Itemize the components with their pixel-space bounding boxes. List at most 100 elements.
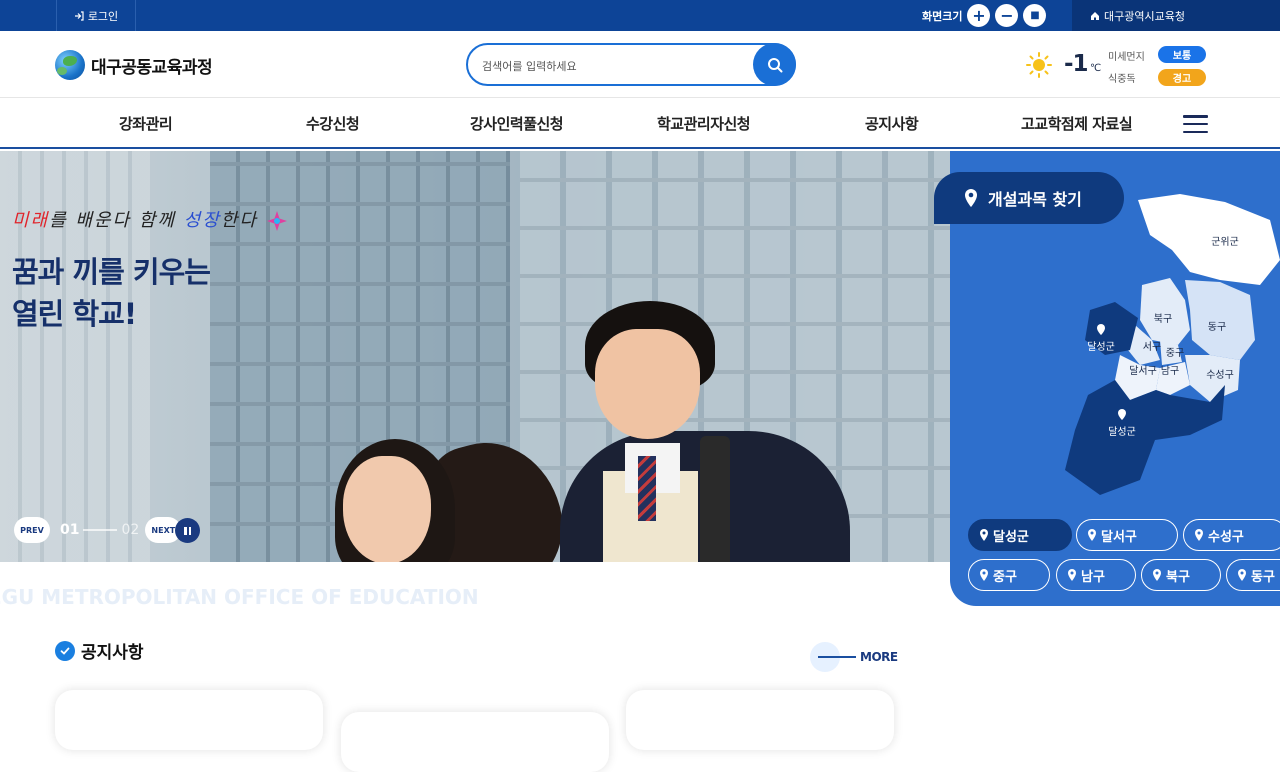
region-button-nam[interactable]: 남구 — [1056, 559, 1136, 591]
temperature: -1 — [1064, 51, 1089, 77]
zoom-out-button[interactable]: − — [995, 4, 1019, 27]
notice-card[interactable] — [55, 690, 323, 750]
menu-icon[interactable] — [1183, 115, 1208, 133]
student-girl-face — [343, 456, 431, 562]
search-box: 검색어를 입력하세요 — [466, 43, 796, 86]
region-button-dong[interactable]: 동구 — [1226, 559, 1280, 591]
map-region-dalseong-south[interactable] — [1065, 380, 1225, 495]
fine-dust-label: 미세먼지 — [1108, 52, 1145, 63]
food-poison-status-badge: 경고 — [1158, 69, 1206, 86]
region-button-label: 수성구 — [1208, 529, 1244, 545]
map-region-buk[interactable] — [1140, 278, 1190, 345]
home-link[interactable]: 대구광역시교육청 — [1072, 0, 1280, 31]
more-label: MORE — [860, 650, 898, 664]
notice-section-title: 공지사항 — [55, 638, 144, 663]
more-link[interactable]: MORE — [810, 642, 898, 672]
login-label: 로그인 — [87, 9, 119, 23]
location-pin-icon — [1088, 529, 1096, 541]
notice-card[interactable] — [626, 690, 894, 750]
sun-icon — [1026, 52, 1052, 78]
globe-logo-icon — [55, 50, 85, 80]
hero-slogan: 미래를 배운다 함께 성장한다 — [12, 206, 288, 232]
login-link[interactable]: 로그인 — [56, 0, 136, 31]
zoom-controls: 화면크기 + − ■ — [922, 0, 1047, 31]
home-icon — [1091, 11, 1099, 20]
region-button-label: 남구 — [1081, 569, 1105, 585]
region-button-dalseong[interactable]: 달성군 — [968, 519, 1072, 551]
check-icon — [55, 640, 75, 661]
more-arrow-icon — [810, 642, 856, 672]
headline-line: 꿈과 끼를 키우는 — [12, 255, 211, 289]
weather-widget: -1 ℃ 미세먼지 식중독 보통 경고 — [1026, 41, 1226, 89]
daegu-district-map: 군위군 북구 동구 서구 중구 달서구 남구 수성구 달성군 달성군 — [1065, 194, 1280, 495]
nav-item-school-admin[interactable]: 학교관리자신청 — [657, 113, 751, 134]
pause-button[interactable] — [175, 518, 200, 543]
student-boy-tie — [638, 456, 656, 521]
zoom-in-button[interactable]: + — [967, 4, 991, 27]
star-sparkle-icon — [266, 211, 287, 231]
site-name: 대구공동교육과정 — [91, 57, 213, 78]
location-pin-icon — [1238, 569, 1246, 581]
region-button-suseong[interactable]: 수성구 — [1183, 519, 1280, 551]
map-label-dong: 동구 — [1208, 321, 1226, 333]
slogan-part: 성장 — [183, 210, 221, 231]
student-boy-backpack-strap — [700, 436, 730, 562]
nav-item-credit-archive[interactable]: 고교학점제 자료실 — [1021, 113, 1133, 134]
slogan-part: 한다 — [220, 210, 258, 231]
region-button-buk[interactable]: 북구 — [1141, 559, 1221, 591]
nav-item-course-management[interactable]: 강좌관리 — [119, 113, 173, 134]
student-boy-face — [595, 329, 700, 439]
region-button-label: 북구 — [1166, 569, 1190, 585]
map-region-gunwi[interactable] — [1138, 194, 1280, 285]
login-icon — [74, 10, 84, 21]
map-label-buk: 북구 — [1154, 313, 1172, 325]
search-icon — [767, 57, 782, 72]
map-region-dong[interactable] — [1185, 280, 1255, 360]
nav-item-notices[interactable]: 공지사항 — [865, 113, 919, 134]
slogan-part: 미래 — [12, 210, 50, 231]
nav-item-course-registration[interactable]: 수강신청 — [306, 113, 360, 134]
home-link-label: 대구광역시교육청 — [1104, 9, 1185, 23]
region-button-label: 동구 — [1251, 569, 1275, 585]
location-pin-icon — [965, 189, 977, 207]
nav-item-instructor-pool[interactable]: 강사인력풀신청 — [470, 113, 564, 134]
find-course-tab[interactable]: 개설과목 찾기 — [934, 172, 1124, 224]
map-label-jung: 중구 — [1166, 347, 1184, 359]
temperature-unit: ℃ — [1090, 63, 1102, 74]
location-pin-icon — [980, 569, 988, 581]
total-slides: 02 — [121, 522, 140, 538]
prev-button[interactable]: PREV — [14, 517, 50, 543]
map-label-dalseong: 달성군 — [1108, 426, 1136, 438]
region-button-label: 달성군 — [993, 529, 1029, 545]
map-label-dalseong: 달성군 — [1087, 341, 1115, 353]
map-label-seo: 서구 — [1143, 341, 1161, 353]
notice-title-text: 공지사항 — [81, 643, 144, 663]
region-button-jung[interactable]: 중구 — [968, 559, 1050, 591]
slide-progress — [83, 529, 118, 531]
search-input[interactable]: 검색어를 입력하세요 — [482, 58, 577, 74]
food-poison-label: 식중독 — [1108, 74, 1136, 85]
current-slide: 01 — [60, 522, 80, 538]
map-label-nam: 남구 — [1161, 365, 1179, 377]
region-button-dalseo[interactable]: 달서구 — [1076, 519, 1178, 551]
location-pin-icon — [1153, 569, 1161, 581]
hero-watermark-text: EGU METROPOLITAN OFFICE OF EDUCATION — [0, 585, 479, 609]
find-course-title: 개설과목 찾기 — [988, 190, 1082, 209]
top-utility-bar: 로그인 화면크기 + − ■ 대구광역시교육청 — [0, 0, 1280, 31]
search-button[interactable] — [753, 43, 796, 86]
site-logo[interactable]: 대구공동교육과정 — [55, 50, 213, 80]
notice-card[interactable] — [341, 712, 609, 772]
map-label-dalseo: 달서구 — [1129, 365, 1157, 377]
slogan-part: 를 배운다 함께 — [49, 210, 184, 231]
region-button-label: 중구 — [993, 569, 1017, 585]
main-nav: 강좌관리 수강신청 강사인력풀신청 학교관리자신청 공지사항 고교학점제 자료실 — [0, 98, 1280, 149]
headline-line: 열린 학교! — [12, 297, 137, 331]
site-header: 대구공동교육과정 검색어를 입력하세요 -1 ℃ 미세먼지 식중독 보통 경고 — [0, 31, 1280, 98]
region-button-label: 달서구 — [1101, 529, 1137, 545]
location-pin-icon — [980, 529, 988, 541]
zoom-reset-button[interactable]: ■ — [1023, 4, 1047, 27]
zoom-label: 화면크기 — [922, 9, 963, 23]
slider-controls: PREV 01 02 NEXT — [14, 517, 182, 543]
location-pin-icon — [1195, 529, 1203, 541]
map-label-gunwi: 군위군 — [1211, 235, 1239, 248]
